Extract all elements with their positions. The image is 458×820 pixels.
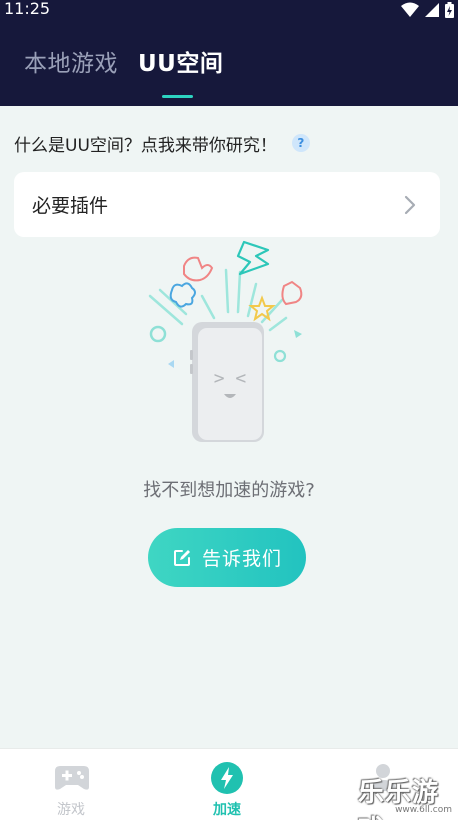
help-icon[interactable]: ? [291, 134, 310, 152]
status-time: 11:25 [4, 0, 51, 18]
top-tab-bar: 本地游戏 UU空间 [0, 22, 458, 106]
uu-space-intro-link[interactable]: 什么是UU空间？点我来带你研究！ ? [14, 130, 434, 156]
status-bar: 11:25 [0, 0, 458, 22]
gamepad-icon [55, 766, 89, 790]
status-icons [401, 2, 454, 18]
battery-icon [445, 2, 454, 18]
pointing-hand-icon [281, 280, 303, 306]
lightning-icon [211, 762, 243, 794]
intro-text: 什么是UU空间？点我来带你研究！ [14, 135, 277, 156]
nav-item-boost[interactable]: 加速 [156, 749, 298, 820]
star-icon [248, 295, 276, 322]
tab-uu-space[interactable]: UU空间 [138, 48, 223, 80]
chevron-right-icon [404, 195, 416, 215]
lightning-decoration-icon [236, 240, 270, 276]
active-tab-indicator [162, 95, 193, 98]
waving-hand-icon [183, 256, 214, 282]
tell-us-label: 告诉我们 [201, 548, 282, 570]
signal-icon [425, 3, 439, 17]
nav-label-games: 游戏 [57, 802, 85, 818]
empty-state-illustration: > < [148, 240, 303, 442]
phone-illustration: > < [190, 322, 264, 442]
tell-us-button[interactable]: 告诉我们 [148, 528, 306, 587]
nav-label-boost: 加速 [213, 802, 241, 818]
wifi-icon [401, 2, 419, 17]
tab-local-games[interactable]: 本地游戏 [24, 48, 118, 80]
phone-face-text: > < [214, 368, 247, 389]
watermark: 乐乐游戏 www.6ll.com [358, 772, 458, 820]
empty-state-message: 找不到想加速的游戏? [143, 480, 315, 501]
watermark-url: www.6ll.com [395, 805, 452, 815]
edit-icon [173, 549, 190, 566]
nav-item-games[interactable]: 游戏 [0, 749, 142, 820]
necessary-plugins-card[interactable]: 必要插件 [14, 172, 440, 237]
plugin-card-label: 必要插件 [32, 195, 109, 217]
uu-space-screen: 11:25 本地游戏 UU空间 什么是UU空间？点我来带你研究！ ? 必要插件 [0, 0, 458, 820]
